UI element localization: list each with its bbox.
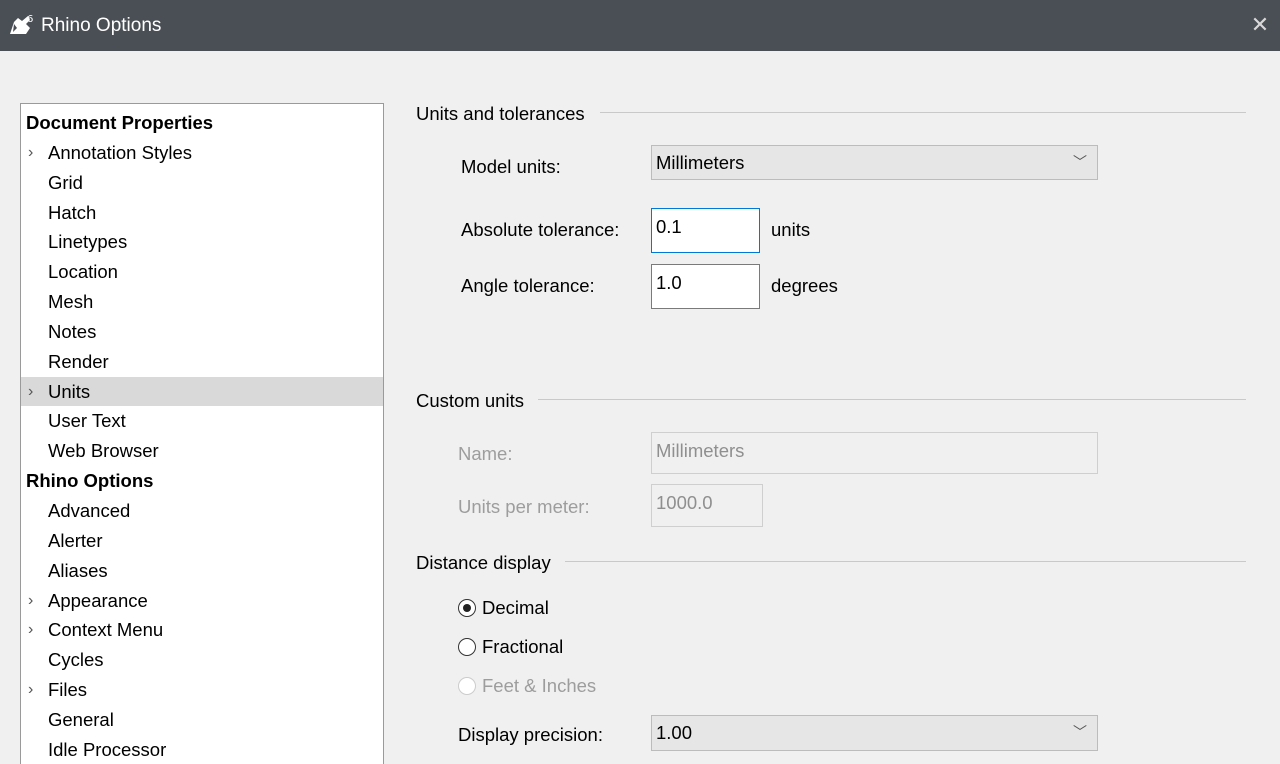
tree-item-label: Context Menu [48,619,164,641]
tree-item-label: User Text [48,410,126,432]
display-precision-dropdown[interactable]: 1.00 ﹀ [651,715,1098,751]
tree-item-label: Annotation Styles [48,141,192,163]
custom-units-title: Custom units [416,390,524,411]
tree-item-user-text[interactable]: User Text [21,406,383,436]
group-divider [600,112,1246,113]
absolute-tolerance-label: Absolute tolerance: [461,219,620,240]
tree-item-label: Alerter [48,529,103,551]
title-bar: 6 Rhino Options ✕ [0,0,1280,51]
chevron-right-icon[interactable]: › [28,675,42,705]
custom-name-field: Millimeters [651,432,1098,474]
tree-item-linetypes[interactable]: Linetypes [21,227,383,257]
chevron-down-icon: ﹀ [1073,154,1087,170]
tree-item-web-browser[interactable]: Web Browser [21,436,383,466]
tree-item-aliases[interactable]: Aliases [21,556,383,586]
absolute-tolerance-value: 0.1 [656,216,682,237]
tree-item-idle-processor[interactable]: Idle Processor [21,735,383,764]
tree-header-rhino-options[interactable]: Rhino Options [21,466,383,496]
tree-item-location[interactable]: Location [21,257,383,287]
tree-item-label: Web Browser [48,440,159,462]
units-per-meter-label: Units per meter: [458,496,590,517]
tree-item-label: Units [48,380,91,402]
angle-tolerance-value: 1.0 [656,272,682,293]
display-precision-label: Display precision: [458,724,603,745]
chevron-down-icon: ﹀ [1073,724,1087,740]
chevron-right-icon[interactable]: › [28,138,42,168]
rhino-logo-icon: 6 [10,14,33,34]
tree-item-label: Linetypes [48,231,128,253]
tree-item-label: Hatch [48,201,97,223]
tree-item-cycles[interactable]: Cycles [21,645,383,675]
tree-item-label: Cycles [48,649,104,671]
display-precision-value: 1.00 [656,722,693,743]
units-per-meter-field: 1000.0 [651,484,763,527]
custom-name-label: Name: [458,443,513,464]
tree-item-appearance[interactable]: › Appearance [21,586,383,616]
tree-list: Document Properties › Annotation Styles Gri… [21,104,383,764]
tree-item-hatch[interactable]: Hatch [21,198,383,228]
chevron-right-icon[interactable]: › [28,615,42,645]
group-divider [538,399,1246,400]
tree-item-advanced[interactable]: Advanced [21,496,383,526]
chevron-right-icon[interactable]: › [28,377,42,407]
units-tolerances-title: Units and tolerances [416,103,585,124]
radio-fractional-label: Fractional [482,636,564,657]
tree-item-general[interactable]: General [21,705,383,735]
tree-item-label: Aliases [48,559,108,581]
tree-item-render[interactable]: Render [21,347,383,377]
model-units-dropdown[interactable]: Millimeters ﹀ [651,145,1098,180]
tree-header-document-properties[interactable]: Document Properties [21,108,383,138]
units-per-meter-value: 1000.0 [656,492,713,513]
window-title: Rhino Options [41,15,162,36]
tree-item-label: Location [48,261,118,283]
tree-item-label: Render [48,350,109,372]
absolute-tolerance-suffix: units [771,219,811,240]
tree-item-label: Notes [48,320,97,342]
close-icon[interactable]: ✕ [1248,12,1272,38]
tree-item-context-menu[interactable]: › Context Menu [21,615,383,645]
tree-item-label: Document Properties [26,112,214,133]
chevron-right-icon[interactable]: › [28,586,42,616]
radio-feet-inches-label: Feet & Inches [482,675,597,696]
model-units-value: Millimeters [656,152,745,173]
svg-text:6: 6 [27,14,33,25]
radio-decimal-label: Decimal [482,597,549,618]
tree-item-label: Advanced [48,499,131,521]
tree-item-files[interactable]: › Files [21,675,383,705]
distance-display-title: Distance display [416,552,551,573]
radio-checked-icon [458,599,476,617]
options-tree[interactable]: Document Properties › Annotation Styles Gri… [20,103,384,764]
tree-item-label: Grid [48,171,83,193]
tree-item-notes[interactable]: Notes [21,317,383,347]
tree-item-label: Appearance [48,589,148,611]
custom-name-value: Millimeters [656,440,745,461]
tree-item-units[interactable]: › Units [21,376,383,407]
absolute-tolerance-field[interactable]: 0.1 [651,208,760,253]
angle-tolerance-suffix: degrees [771,275,838,296]
model-units-label: Model units: [461,156,561,177]
radio-unchecked-icon [458,677,476,695]
tree-item-alerter[interactable]: Alerter [21,526,383,556]
group-divider [565,561,1246,562]
tree-item-label: Mesh [48,291,94,313]
angle-tolerance-label: Angle tolerance: [461,275,595,296]
tree-item-mesh[interactable]: Mesh [21,287,383,317]
angle-tolerance-field[interactable]: 1.0 [651,264,760,309]
tree-item-grid[interactable]: Grid [21,168,383,198]
tree-item-label: Rhino Options [26,470,154,492]
radio-unchecked-icon [458,638,476,656]
tree-item-label: Files [48,679,88,701]
tree-item-annotation-styles[interactable]: › Annotation Styles [21,138,383,168]
tree-item-label: Idle Processor [48,738,167,760]
tree-item-label: General [48,708,114,730]
